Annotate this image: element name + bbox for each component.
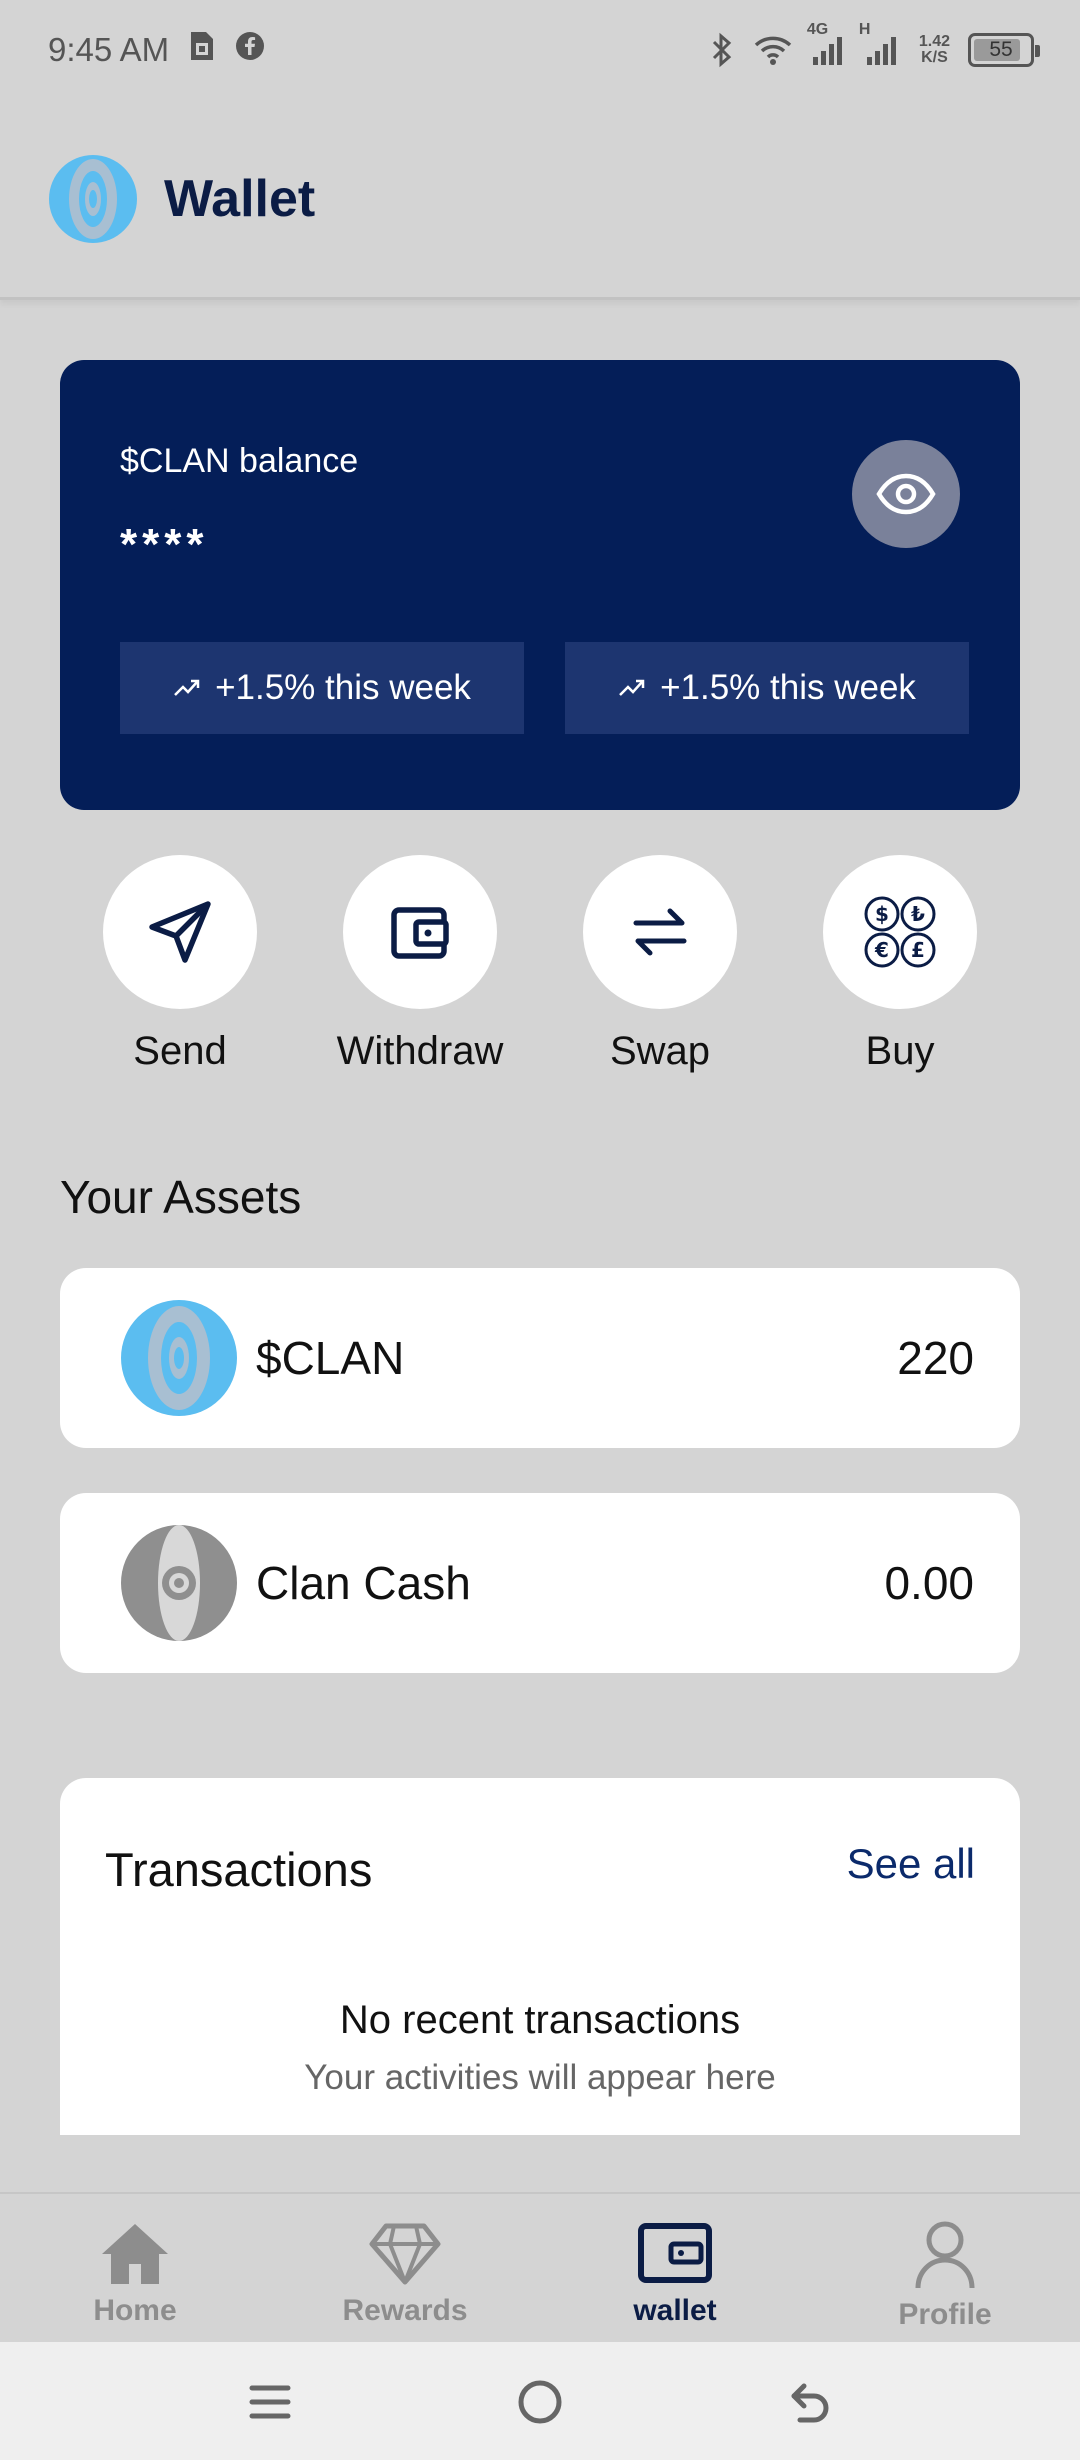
asset-name: $CLAN	[256, 1332, 405, 1384]
asset-amount: 220	[897, 1332, 974, 1384]
withdraw-label: Withdraw	[336, 1029, 504, 1073]
page-title: Wallet	[164, 169, 316, 228]
home-circle-icon[interactable]	[510, 2372, 570, 2432]
trend-text: +1.5% this week	[215, 668, 471, 707]
trending-up-icon	[619, 679, 645, 696]
balance-label: $CLAN balance	[120, 442, 359, 480]
nav-label-rewards: Rewards	[342, 2294, 468, 2327]
empty-state-subtitle: Your activities will appear here	[304, 2058, 776, 2097]
swap-button-circle[interactable]	[583, 855, 737, 1009]
nav-label-home: Home	[93, 2294, 177, 2327]
status-right: 4G H 1.42 K/S 55	[709, 21, 1040, 68]
send-label: Send	[133, 1029, 227, 1073]
nav-item-wallet[interactable]: wallet	[575, 2220, 775, 2328]
buy-label: Buy	[865, 1029, 935, 1073]
diamond-icon	[369, 2223, 441, 2285]
trending-up-icon	[174, 679, 200, 696]
sim-icon	[187, 29, 217, 71]
currency-icon: $ ₺ € £	[864, 896, 936, 968]
svg-text:₺: ₺	[911, 902, 925, 926]
nav-label-profile: Profile	[898, 2298, 992, 2331]
nav-item-profile[interactable]: Profile	[845, 2220, 1045, 2332]
send-button-circle[interactable]	[103, 855, 257, 1009]
system-nav-bar	[0, 2342, 1080, 2460]
trend-chip-left: +1.5% this week	[120, 642, 524, 734]
signal-icon-h: H	[859, 21, 901, 67]
see-all-link[interactable]: See all	[847, 1840, 975, 1888]
swap-icon	[633, 908, 687, 956]
asset-card-clan-cash[interactable]: Clan Cash 0.00	[60, 1493, 1020, 1673]
toggle-visibility-button[interactable]	[852, 440, 960, 548]
network-speed: 1.42 K/S	[919, 34, 950, 66]
asset-card-clan[interactable]: $CLAN 220	[60, 1268, 1020, 1448]
profile-icon	[915, 2221, 975, 2289]
battery-icon: 55	[968, 33, 1040, 67]
quick-actions: Send Withdraw Swap $ ₺ € £ Buy	[0, 855, 1080, 1085]
withdraw-button-circle[interactable]	[343, 855, 497, 1009]
clan-cash-icon	[121, 1525, 237, 1641]
bluetooth-icon	[709, 32, 735, 68]
signal-icon-4g: 4G	[807, 21, 847, 67]
trend-text: +1.5% this week	[660, 668, 916, 707]
swap-label: Swap	[609, 1029, 711, 1073]
nav-item-home[interactable]: Home	[35, 2220, 235, 2328]
buy-button-circle[interactable]: $ ₺ € £	[823, 855, 977, 1009]
send-button[interactable]: Send	[80, 855, 280, 1074]
wifi-icon	[753, 34, 793, 66]
network-h-label: H	[858, 21, 871, 38]
assets-title: Your Assets	[60, 1171, 302, 1223]
balance-value: ****	[120, 520, 209, 569]
eye-icon	[876, 473, 936, 515]
battery-level: 55	[989, 38, 1013, 61]
nav-label-wallet: wallet	[633, 2294, 717, 2327]
network-speed-value: 1.42	[918, 33, 950, 50]
home-icon	[102, 2224, 168, 2284]
nav-item-rewards[interactable]: Rewards	[305, 2220, 505, 2328]
facebook-icon	[235, 31, 265, 69]
app-header: Wallet	[0, 100, 1080, 300]
asset-amount: 0.00	[884, 1557, 974, 1609]
svg-text:£: £	[911, 938, 925, 962]
trend-chip-right: +1.5% this week	[565, 642, 969, 734]
buy-button[interactable]: $ ₺ € £ Buy	[800, 855, 1000, 1074]
asset-name: Clan Cash	[256, 1557, 471, 1609]
status-bar: 9:45 AM 4G H 1.42 K/S 55	[0, 0, 1080, 100]
svg-text:$: $	[875, 902, 889, 926]
bottom-nav: Home Rewards wallet Profile	[0, 2192, 1080, 2342]
status-left: 9:45 AM	[48, 29, 265, 71]
clan-logo	[49, 154, 137, 243]
wallet-icon	[391, 907, 449, 959]
status-time: 9:45 AM	[48, 31, 170, 68]
swap-button[interactable]: Swap	[560, 855, 760, 1074]
wallet-icon	[638, 2223, 712, 2283]
menu-icon[interactable]	[240, 2372, 300, 2432]
network-speed-unit: K/S	[921, 49, 948, 66]
withdraw-button[interactable]: Withdraw	[320, 855, 520, 1074]
transactions-title: Transactions	[105, 1843, 373, 1896]
empty-state-title: No recent transactions	[339, 1998, 741, 2042]
balance-card: $CLAN balance **** +1.5% this week +1.5%…	[60, 360, 1020, 810]
transactions-card: Transactions See all No recent transacti…	[60, 1778, 1020, 2135]
clan-token-icon	[121, 1300, 237, 1416]
svg-text:€: €	[874, 938, 889, 962]
send-icon	[149, 901, 211, 963]
network-4g-label: 4G	[806, 21, 829, 38]
back-icon[interactable]	[780, 2372, 840, 2432]
